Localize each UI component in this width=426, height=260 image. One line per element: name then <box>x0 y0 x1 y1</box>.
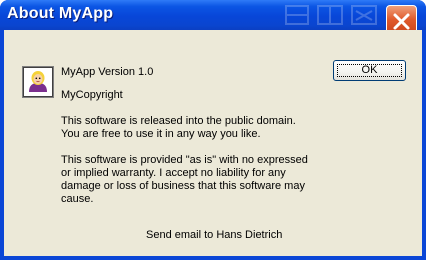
app-icon <box>22 66 54 98</box>
public-domain-line: This software is released into the publi… <box>61 115 296 127</box>
window-bottom-border <box>0 256 426 260</box>
warranty-line: cause. <box>61 193 94 205</box>
ok-button-label: OK <box>361 64 378 76</box>
warranty-line: damage or loss of business that this sof… <box>61 180 305 192</box>
copyright-text: MyCopyright <box>61 89 123 101</box>
about-dialog-window: About MyApp MyApp Version 1.0 MyCopyrigh… <box>0 0 426 260</box>
email-link[interactable]: Send email to Hans Dietrich <box>146 229 282 242</box>
warranty-line: or implied warranty. I accept no liabili… <box>61 167 286 179</box>
window-title: About MyApp <box>7 5 114 22</box>
version-text: MyApp Version 1.0 <box>61 66 154 78</box>
warranty-line: This software is provided "as is" with n… <box>61 154 308 166</box>
dialog-body: MyApp Version 1.0 MyCopyright This softw… <box>4 30 422 256</box>
watermark-logo <box>285 5 377 25</box>
ok-button[interactable]: OK <box>333 60 406 81</box>
close-icon <box>393 13 410 30</box>
title-bar[interactable]: About MyApp <box>0 0 426 37</box>
public-domain-line: You are free to use it in any way you li… <box>61 128 261 140</box>
